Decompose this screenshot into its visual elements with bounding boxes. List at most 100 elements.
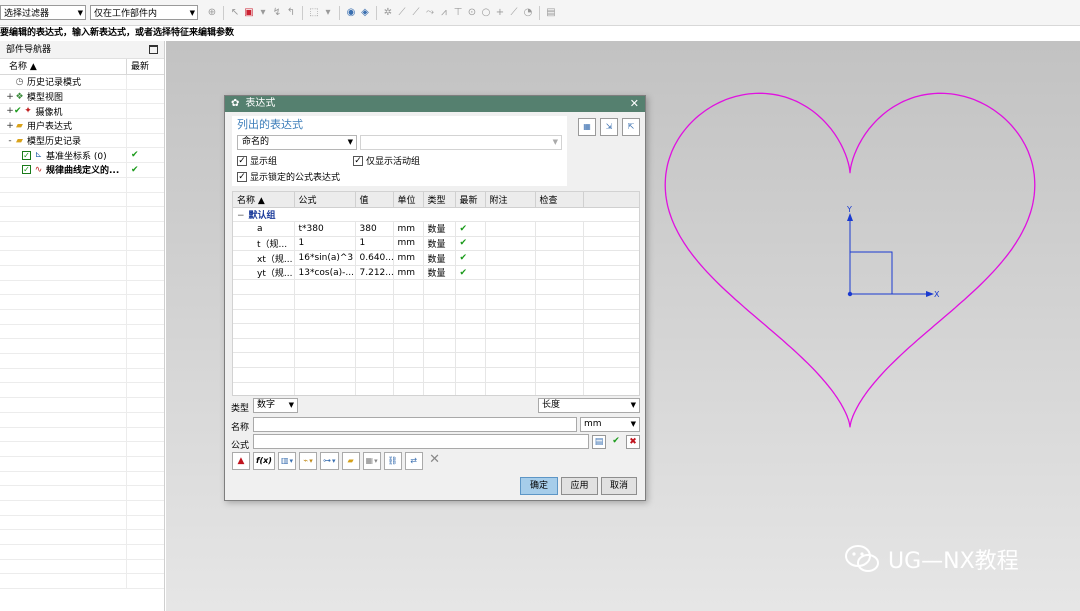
open-file-button[interactable]: ▰ xyxy=(341,452,360,470)
arc-center-icon[interactable]: ⊤ xyxy=(452,7,464,19)
reject-edit-icon[interactable]: ✖ xyxy=(626,435,640,449)
column-header[interactable]: 值 xyxy=(355,192,394,208)
navigator-item[interactable]: + ❖ 模型视图 xyxy=(0,89,164,105)
feature-select-icon[interactable]: ◉ xyxy=(345,7,357,19)
expander-icon[interactable]: + xyxy=(6,106,14,116)
close-icon[interactable]: ✕ xyxy=(630,96,639,112)
collapse-icon[interactable]: − xyxy=(237,211,245,221)
move-up-button[interactable]: ▲ xyxy=(232,452,250,470)
empty-cell xyxy=(294,294,356,310)
delete-icon[interactable]: ✕ xyxy=(426,452,444,470)
expression-value-cell: 1 xyxy=(355,236,394,252)
column-header[interactable]: 公式 xyxy=(294,192,356,208)
formula-input[interactable] xyxy=(253,434,589,449)
empty-cell xyxy=(485,279,536,296)
empty-cell xyxy=(0,383,127,398)
apply-button[interactable]: 应用 xyxy=(561,477,598,495)
dimension-value: 长度 xyxy=(542,400,561,410)
selection-scope-select[interactable]: 仅在工作部件内 ▼ xyxy=(90,5,198,20)
intersection-icon[interactable]: ⩘ xyxy=(438,7,450,19)
expression-row[interactable]: yt（规... 13*cos(a)-... 7.212... mm 数量 ✔ xyxy=(233,265,639,281)
lasso-icon[interactable]: ↯ xyxy=(271,7,283,19)
type-filter-icon[interactable]: ⊕ xyxy=(206,7,218,19)
expression-row[interactable]: t（规... 1 1 mm 数量 ✔ xyxy=(233,236,639,252)
column-name-header[interactable]: 名称 ▲ xyxy=(0,59,127,74)
empty-cell xyxy=(455,323,486,339)
spreadsheet-button[interactable]: ▦▾ xyxy=(362,452,381,470)
ok-button[interactable]: 确定 xyxy=(520,477,558,495)
column-header[interactable]: 单位 xyxy=(393,192,424,208)
unit-select[interactable]: mm ▼ xyxy=(580,417,640,432)
empty-cell xyxy=(455,309,486,325)
insert-measure-button[interactable]: ▥▾ xyxy=(277,452,297,470)
navigator-item[interactable]: ✓ ∿ 规律曲线定义的... ✔ xyxy=(0,163,164,178)
link-expression-button[interactable]: ⛓ xyxy=(383,452,402,470)
create-interpart-button[interactable]: ⇄ xyxy=(404,452,423,470)
column-header[interactable]: 附注 xyxy=(485,192,536,208)
empty-cell xyxy=(535,382,584,395)
checkbox-checked-icon[interactable]: ✓ xyxy=(22,150,31,160)
insert-unit-button[interactable]: ⌁▾ xyxy=(299,452,318,470)
column-header[interactable]: 名称 ▲ xyxy=(233,192,295,208)
name-input[interactable] xyxy=(253,417,577,432)
midpoint-icon[interactable]: ⟋ xyxy=(410,7,422,19)
bounded-grid-icon[interactable]: ▤ xyxy=(545,7,557,19)
column-latest-header[interactable]: 最新 xyxy=(127,59,161,74)
expander-icon[interactable]: - xyxy=(6,136,14,146)
visible-check-icon[interactable]: ✔ xyxy=(14,106,22,116)
y-axis-label: Y xyxy=(846,205,852,214)
show-groups-checkbox[interactable]: ✓ 显示组 xyxy=(237,154,277,167)
empty-cell xyxy=(127,325,161,339)
control-point-icon[interactable]: ⤳ xyxy=(424,7,436,19)
part-navigator-title: 部件导航器 xyxy=(6,45,52,55)
navigator-item[interactable]: + ▰ 用户表达式 xyxy=(0,119,164,134)
accept-edit-icon[interactable]: ✔ xyxy=(609,435,623,449)
insert-function-button[interactable]: f(x) xyxy=(253,452,275,470)
list-filter-select[interactable]: ▼ xyxy=(360,135,562,150)
expander-icon[interactable]: + xyxy=(6,92,14,102)
spreadsheet-edit-button[interactable]: ▦ xyxy=(578,118,596,136)
group-row[interactable]: − 默认组 xyxy=(233,207,639,223)
dialog-title-bar[interactable]: ✿ 表达式 ✕ xyxy=(225,96,645,112)
cancel-button[interactable]: 取消 xyxy=(601,477,637,495)
navigator-item[interactable]: - ▰ 模型历史记录 xyxy=(0,133,164,149)
circle-point-icon[interactable]: ○ xyxy=(480,7,492,19)
show-active-group-checkbox[interactable]: ✓ 仅显示活动组 xyxy=(353,154,420,167)
list-type-select[interactable]: 命名的 ▼ xyxy=(237,135,357,150)
dropdown-icon[interactable]: ▾ xyxy=(257,7,269,19)
select-similar-icon[interactable]: ↰ xyxy=(285,7,297,19)
checkbox-checked-icon[interactable]: ✓ xyxy=(22,165,31,175)
point-on-curve-icon[interactable]: ⟋ xyxy=(508,7,520,19)
navigator-item[interactable]: + ✔ ✦ 摄像机 xyxy=(0,104,164,120)
column-header[interactable]: 类型 xyxy=(423,192,456,208)
expander-icon[interactable]: + xyxy=(6,121,14,131)
type-select[interactable]: 数字 ▼ xyxy=(253,398,298,413)
dimension-select[interactable]: 长度 ▼ xyxy=(538,398,640,413)
navigator-item[interactable]: ✓ ⊾ 基准坐标系 (0) ✔ xyxy=(0,148,164,164)
show-locked-checkbox[interactable]: ✓ 显示锁定的公式表达式 xyxy=(237,170,340,183)
body-select-icon[interactable]: ◈ xyxy=(359,7,371,19)
point-on-face-icon[interactable]: ◔ xyxy=(522,7,534,19)
export-expressions-button[interactable]: ⇱ xyxy=(622,118,640,136)
select-all-icon[interactable]: ▣ xyxy=(243,7,255,19)
expression-row[interactable]: a t*380 380 mm 数量 ✔ xyxy=(233,221,639,237)
column-header[interactable]: 检查 xyxy=(535,192,584,208)
column-header[interactable]: 最新 xyxy=(455,192,486,208)
formula-edit-button[interactable]: ▤ xyxy=(592,435,606,449)
empty-cell xyxy=(485,367,536,383)
expression-row[interactable]: xt（规... 16*sin(a)^3 0.640... mm 数量 ✔ xyxy=(233,250,639,266)
snap-point-icon[interactable]: ✲ xyxy=(382,7,394,19)
existing-point-icon[interactable]: + xyxy=(494,7,506,19)
deselect-icon[interactable]: ↖ xyxy=(229,7,241,19)
rectangle-select-icon[interactable]: ⬚ xyxy=(308,7,320,19)
gear-icon[interactable]: ✿ xyxy=(231,96,239,112)
quadrant-point-icon[interactable]: ⊙ xyxy=(466,7,478,19)
selection-filter-select[interactable]: 选择过滤器 ▼ xyxy=(0,5,86,20)
navigator-item[interactable]: ◷ 历史记录模式 xyxy=(0,75,164,90)
endpoint-icon[interactable]: ⟋ xyxy=(396,7,408,19)
empty-cell xyxy=(127,545,161,559)
maximize-icon[interactable] xyxy=(149,45,158,54)
dropdown-icon[interactable]: ▾ xyxy=(322,7,334,19)
import-expressions-button[interactable]: ⇲ xyxy=(600,118,618,136)
reference-button[interactable]: ⊶▾ xyxy=(320,452,339,470)
